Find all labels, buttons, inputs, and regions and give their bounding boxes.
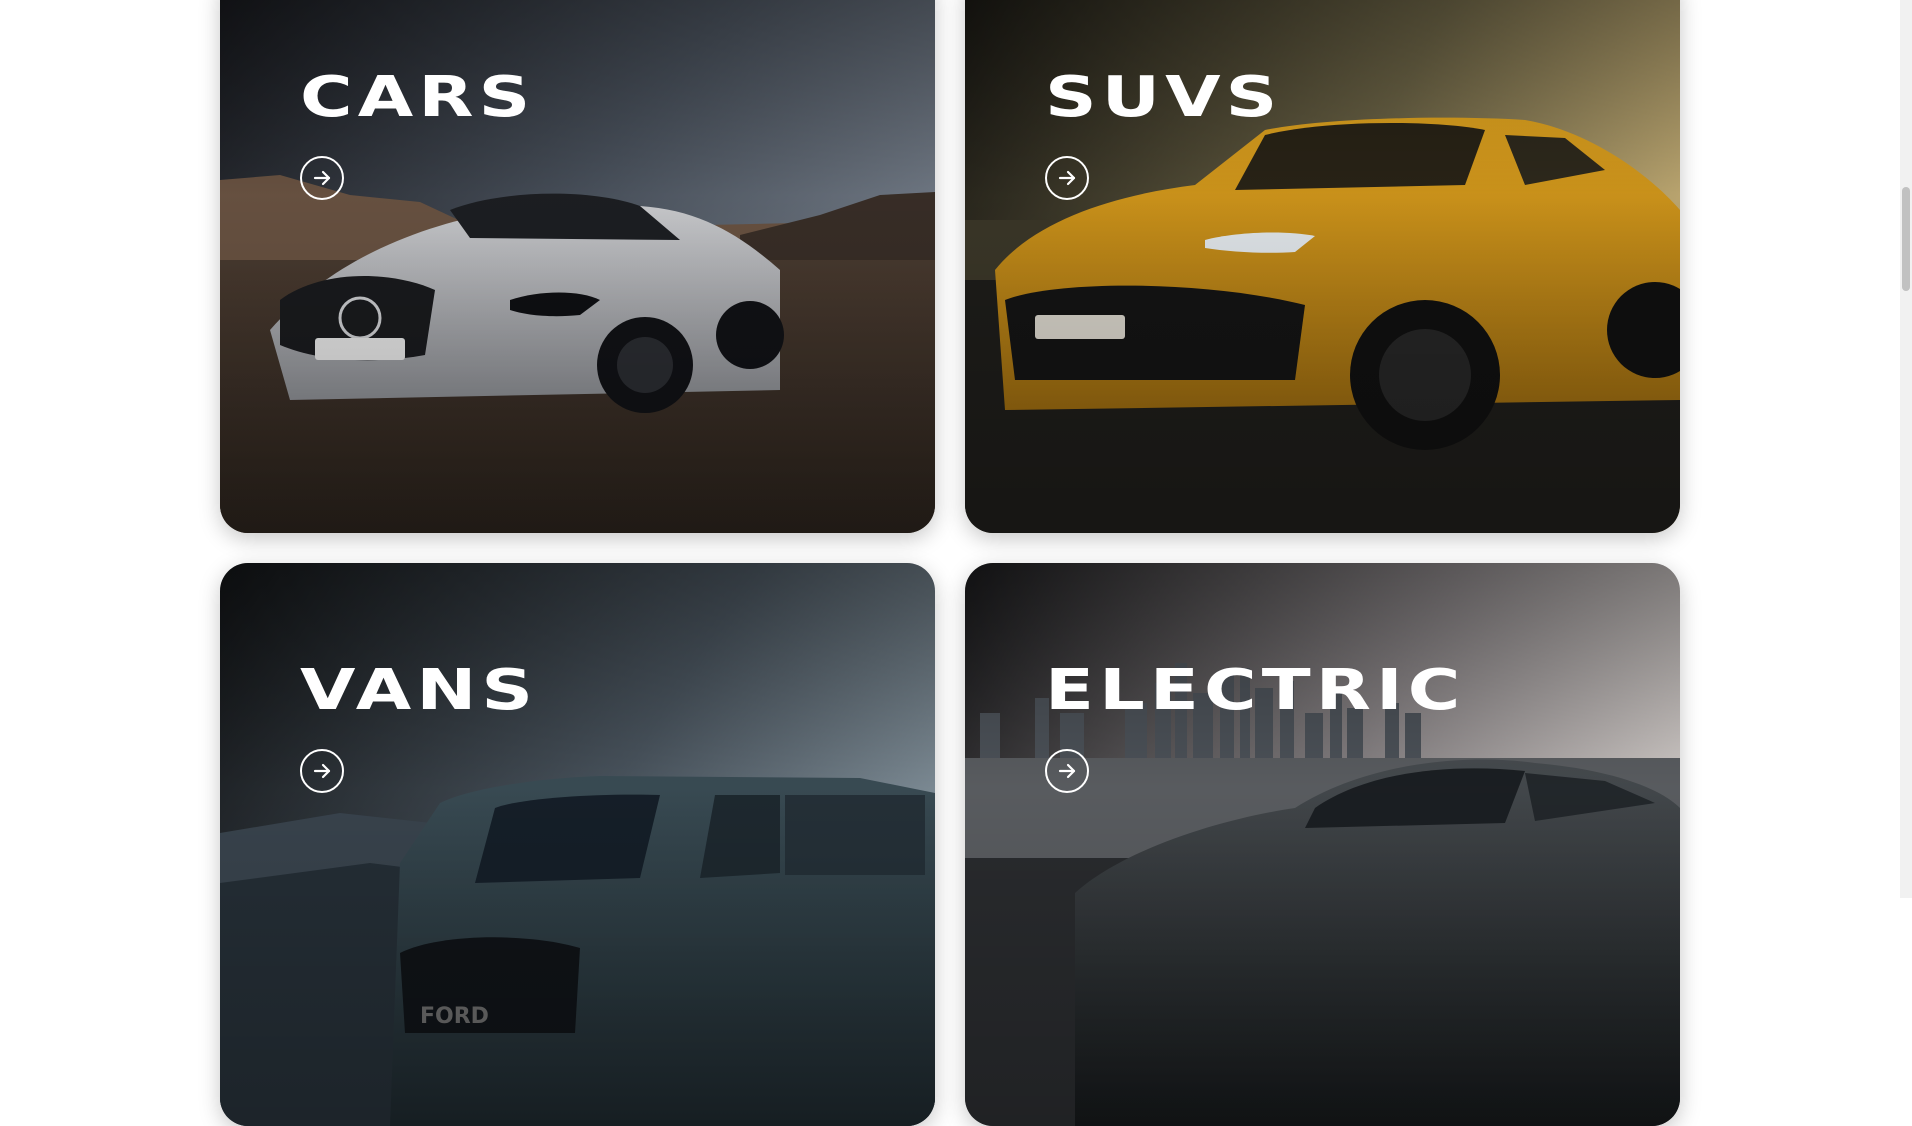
arrow-right-icon xyxy=(1058,170,1076,186)
scrollbar-thumb[interactable] xyxy=(1902,187,1910,291)
arrow-right-icon xyxy=(313,170,331,186)
arrow-right-icon xyxy=(1058,763,1076,779)
category-title: SUVS xyxy=(1045,65,1283,130)
category-card-electric[interactable]: ELECTRIC xyxy=(965,563,1680,1126)
category-arrow-button[interactable] xyxy=(300,749,344,793)
category-title: ELECTRIC xyxy=(1045,658,1466,723)
category-card-cars[interactable]: CARS xyxy=(220,0,935,533)
category-arrow-button[interactable] xyxy=(300,156,344,200)
category-arrow-button[interactable] xyxy=(1045,749,1089,793)
category-arrow-button[interactable] xyxy=(1045,156,1089,200)
category-card-suvs[interactable]: SUVS xyxy=(965,0,1680,533)
arrow-right-icon xyxy=(313,763,331,779)
page-scrollbar[interactable] xyxy=(1900,0,1912,898)
category-title: CARS xyxy=(300,65,536,130)
category-title: VANS xyxy=(300,658,539,723)
category-card-vans[interactable]: FORD VANS xyxy=(220,563,935,1126)
